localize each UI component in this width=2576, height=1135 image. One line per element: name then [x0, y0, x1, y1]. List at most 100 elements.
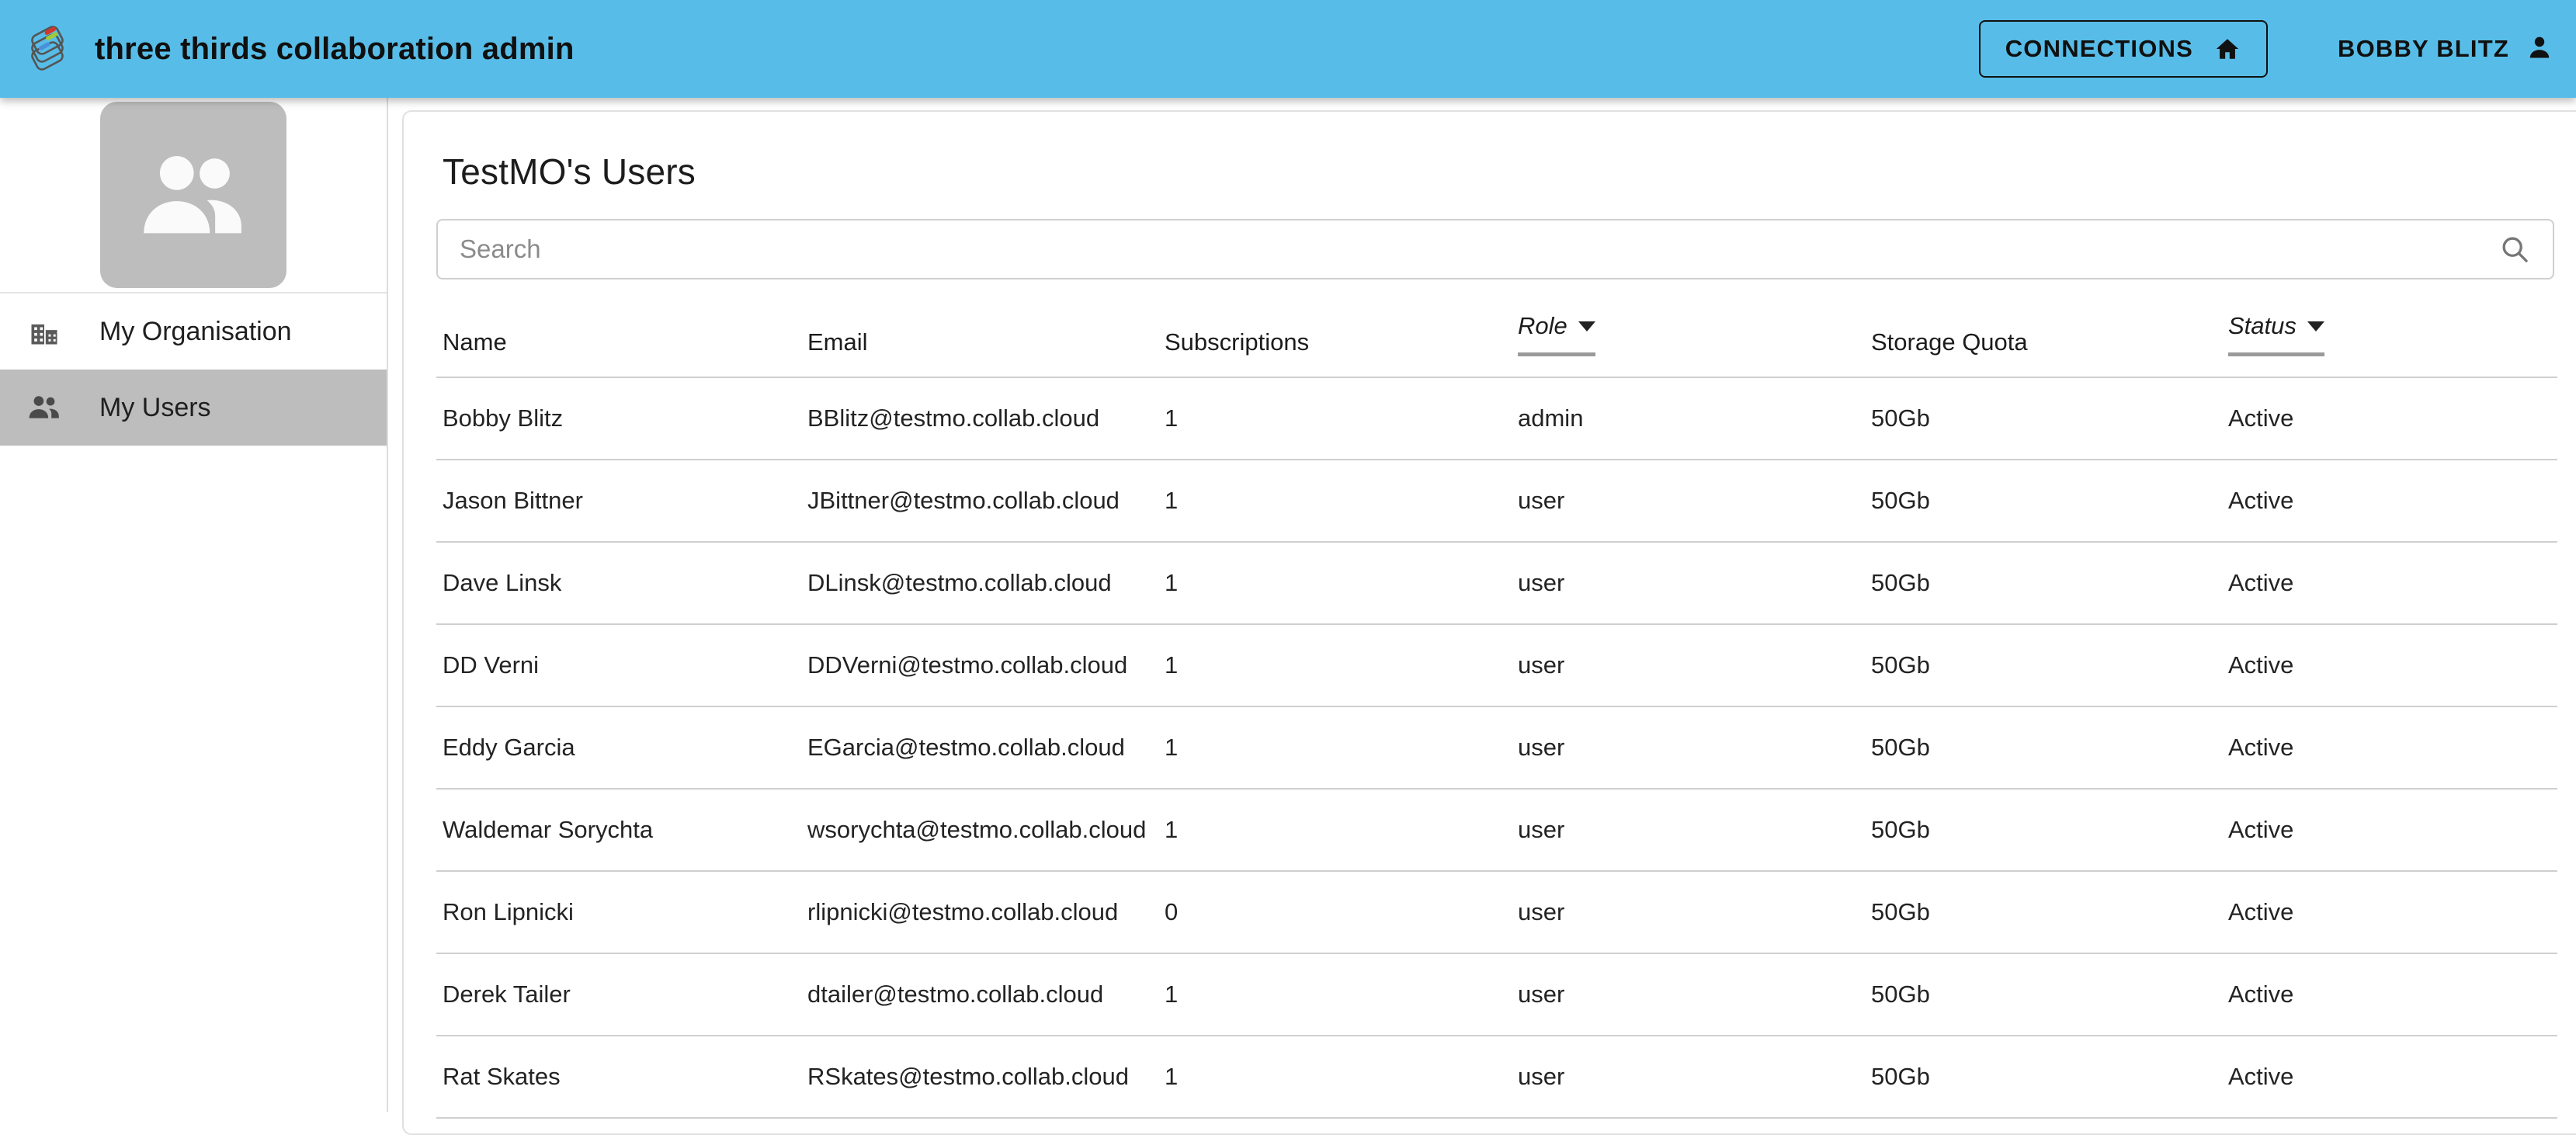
cell-email: RSkates@testmo.collab.cloud	[801, 1036, 1158, 1119]
search-input[interactable]	[458, 234, 2498, 265]
cell-role: user	[1512, 1118, 1865, 1133]
cell-status: Active	[2222, 953, 2557, 1036]
cell-email: BBlitz@testmo.collab.cloud	[801, 377, 1158, 460]
cell-email: JBittner@testmo.collab.cloud	[801, 460, 1158, 543]
cell-status: Active	[2222, 789, 2557, 872]
brand: three thirds collaboration admin	[26, 20, 575, 78]
cell-subscriptions: 1	[1158, 706, 1512, 790]
cell-name: Jared Roberts	[436, 1118, 801, 1133]
cell-email: rlipnicki@testmo.collab.cloud	[801, 871, 1158, 954]
users-card: TestMO's Users Search Name Email Subscri…	[402, 110, 2576, 1135]
cell-email: DLinsk@testmo.collab.cloud	[801, 542, 1158, 625]
cell-role: user	[1512, 953, 1865, 1036]
column-header-label: Storage Quota	[1871, 328, 2028, 356]
user-menu[interactable]: BOBBY BLITZ	[2338, 33, 2553, 65]
column-header-label: Status	[2228, 312, 2297, 339]
table-row[interactable]: Waldemar Sorychta wsorychta@testmo.collab…	[436, 789, 2557, 872]
cell-subscriptions: 1	[1158, 1036, 1512, 1119]
cell-storage-quota: 50Gb	[1865, 789, 2222, 872]
connections-button[interactable]: CONNECTIONS	[1978, 20, 2268, 78]
search-icon[interactable]	[2498, 233, 2531, 266]
cell-role: user	[1512, 1036, 1865, 1119]
table-row[interactable]: Ron Lipnicki rlipnicki@testmo.collab.clou…	[436, 871, 2557, 954]
cell-subscriptions: 1	[1158, 377, 1512, 460]
cell-email: wsorychta@testmo.collab.cloud	[801, 789, 1158, 872]
cell-status: Active	[2222, 1036, 2557, 1119]
cell-name: Ron Lipnicki	[436, 871, 801, 954]
chevron-down-icon	[2307, 321, 2324, 331]
cell-storage-quota: 50Gb	[1865, 871, 2222, 954]
cell-status: Active	[2222, 624, 2557, 707]
sidebar-item-my-users[interactable]: My Users	[0, 370, 387, 446]
cell-status: Active	[2222, 542, 2557, 625]
building-icon	[20, 314, 68, 349]
cell-storage-quota: 50Gb	[1865, 1036, 2222, 1119]
cell-subscriptions: 1	[1158, 624, 1512, 707]
table-row[interactable]: Jared RobertsJRoberts@testmo.collab.clou…	[436, 1118, 2557, 1133]
sidebar-item-label: My Organisation	[99, 316, 292, 346]
cell-storage-quota: 50Gb	[1865, 542, 2222, 625]
brand-title: three thirds collaboration admin	[95, 31, 575, 66]
cell-email: DDVerni@testmo.collab.cloud	[801, 624, 1158, 707]
column-header-email: Email	[801, 303, 1158, 378]
column-header-label: Subscriptions	[1165, 328, 1310, 356]
column-header-label: Email	[807, 328, 868, 356]
cell-subscriptions: 0	[1158, 1118, 1512, 1133]
cell-name: Derek Tailer	[436, 953, 801, 1036]
avatar	[100, 102, 286, 288]
cell-status: Active	[2222, 377, 2557, 460]
cell-role: user	[1512, 789, 1865, 872]
table-row[interactable]: Bobby Blitz BBlitz@testmo.collab.cloud 1 ad…	[436, 377, 2557, 460]
cell-role: user	[1512, 624, 1865, 707]
cell-role: admin	[1512, 377, 1865, 460]
search-bar[interactable]	[436, 219, 2554, 279]
column-header-subscriptions: Subscriptions	[1158, 303, 1512, 378]
cell-storage-quota: 50Gb	[1865, 377, 2222, 460]
cell-subscriptions: 1	[1158, 789, 1512, 872]
cell-name: Waldemar Sorychta	[436, 789, 801, 872]
users-table: Name Email Subscriptions Role Storage Qu…	[436, 303, 2557, 1133]
cell-storage-quota: 50Gb	[1865, 953, 2222, 1036]
table-row[interactable]: Eddy Garcia EGarcia@testmo.collab.cloud 1 u…	[436, 706, 2557, 790]
cell-email: dtailer@testmo.collab.cloud	[801, 953, 1158, 1036]
cell-status: Active	[2222, 706, 2557, 790]
cell-status: Inactive	[2222, 1118, 2557, 1133]
column-header-status[interactable]: Status	[2222, 303, 2557, 378]
layers-stack-logo-icon	[26, 20, 75, 78]
table-row[interactable]: DD Verni DDVerni@testmo.collab.cloud 1 user…	[436, 624, 2557, 707]
table-row[interactable]: Rat Skates RSkates@testmo.collab.cloud 1 us…	[436, 1036, 2557, 1119]
cell-subscriptions: 1	[1158, 542, 1512, 625]
app-body: My Organisation My Users TestMO's Users	[0, 98, 2576, 1135]
cell-email: EGarcia@testmo.collab.cloud	[801, 706, 1158, 790]
connections-button-label: CONNECTIONS	[2005, 35, 2193, 62]
page-title: TestMO's Users	[443, 151, 696, 192]
chevron-down-icon	[1578, 321, 1595, 331]
main-content: TestMO's Users Search Name Email Subscri…	[390, 98, 2576, 1135]
table-row[interactable]: Jason Bittner JBittner@testmo.collab.clou…	[436, 460, 2557, 543]
user-menu-label: BOBBY BLITZ	[2337, 35, 2509, 62]
sidebar: My Organisation My Users	[0, 98, 388, 1112]
app-header: three thirds collaboration admin CONNECT…	[0, 0, 2576, 98]
cell-name: Dave Linsk	[436, 542, 801, 625]
sidebar-item-my-organisation[interactable]: My Organisation	[0, 293, 387, 370]
table-row[interactable]: Derek Tailer dtailer@testmo.collab.cloud 1…	[436, 953, 2557, 1036]
cell-role: user	[1512, 460, 1865, 543]
people-icon	[20, 390, 68, 425]
column-header-label: Name	[443, 328, 507, 356]
home-icon	[2213, 36, 2241, 62]
column-header-storage-quota: Storage Quota	[1865, 303, 2222, 378]
column-header-role[interactable]: Role	[1512, 303, 1865, 378]
cell-storage-quota: 50Gb	[1865, 706, 2222, 790]
cell-storage-quota: 50Gb	[1865, 460, 2222, 543]
cell-email: JRoberts@testmo.collab.cloud	[801, 1118, 1158, 1133]
cell-name: Jason Bittner	[436, 460, 801, 543]
cell-name: Eddy Garcia	[436, 706, 801, 790]
users-table-head: Name Email Subscriptions Role Storage Qu…	[436, 303, 2557, 378]
cell-name: Rat Skates	[436, 1036, 801, 1119]
cell-role: user	[1512, 542, 1865, 625]
cell-status: Active	[2222, 460, 2557, 543]
cell-role: user	[1512, 706, 1865, 790]
cell-subscriptions: 0	[1158, 871, 1512, 954]
table-row[interactable]: Dave Linsk DLinsk@testmo.collab.cloud 1 use…	[436, 542, 2557, 625]
cell-storage-quota: 50Gb	[1865, 1118, 2222, 1133]
